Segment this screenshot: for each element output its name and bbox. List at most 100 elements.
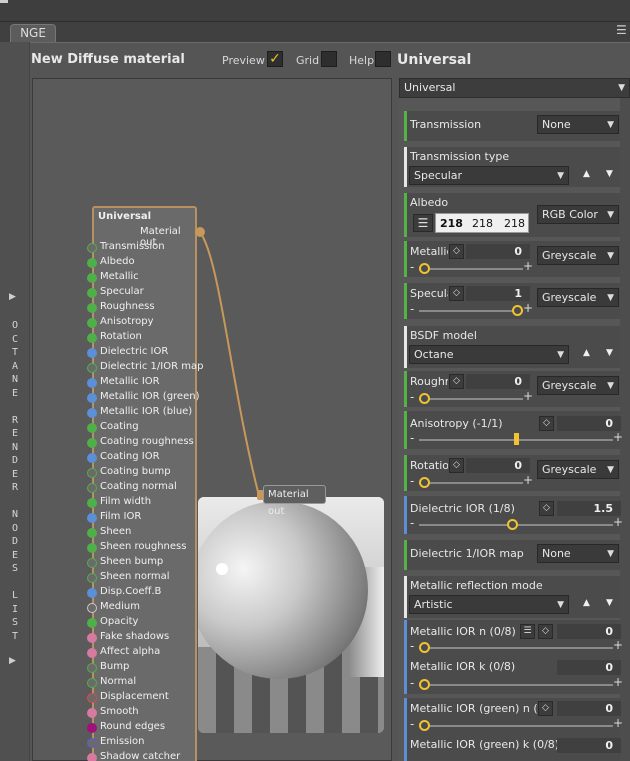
slider-knob[interactable]	[512, 305, 523, 316]
input-port[interactable]	[87, 648, 97, 658]
metal-k-slider-track[interactable]	[419, 684, 613, 686]
input-port[interactable]	[87, 543, 97, 553]
move-up-icon[interactable]: ▲	[583, 348, 590, 358]
material-type-select[interactable]: Universal ▼	[399, 78, 630, 98]
minus-icon[interactable]: -	[410, 718, 414, 730]
move-down-icon[interactable]: ▼	[606, 598, 613, 608]
input-port[interactable]	[87, 273, 97, 283]
move-down-icon[interactable]: ▼	[606, 348, 613, 358]
list-icon[interactable]: ☰	[520, 624, 535, 639]
minus-icon[interactable]: -	[410, 432, 414, 444]
input-port[interactable]	[87, 438, 97, 448]
metal-mode-select[interactable]: Artistic ▼	[409, 595, 569, 614]
minus-icon[interactable]: -	[410, 261, 414, 273]
minus-icon[interactable]: -	[410, 475, 414, 487]
move-down-icon[interactable]: ▼	[606, 169, 613, 179]
minus-icon[interactable]: -	[410, 517, 414, 529]
material-preview[interactable]	[198, 497, 384, 733]
minus-icon[interactable]: -	[410, 640, 414, 652]
input-port[interactable]	[87, 318, 97, 328]
diamond-icon[interactable]: ◇	[449, 458, 464, 473]
diamond-icon[interactable]: ◇	[539, 501, 554, 516]
albedo-g[interactable]: 218	[472, 217, 493, 230]
input-port[interactable]	[87, 588, 97, 598]
input-port[interactable]	[87, 363, 97, 373]
material-out-port[interactable]	[195, 227, 205, 237]
input-port[interactable]	[87, 243, 97, 253]
plus-icon[interactable]: +	[523, 390, 533, 402]
input-port[interactable]	[87, 723, 97, 733]
input-port[interactable]	[87, 303, 97, 313]
slider-knob[interactable]	[419, 263, 430, 274]
rotation-mode-select[interactable]: Greyscale ▼	[537, 460, 619, 479]
metal-green-n-slider-track[interactable]	[419, 725, 613, 727]
plus-icon[interactable]: +	[613, 431, 623, 443]
input-port[interactable]	[87, 258, 97, 268]
input-port[interactable]	[87, 288, 97, 298]
metal-green-k-value[interactable]: 0	[557, 738, 621, 753]
input-port[interactable]	[87, 513, 97, 523]
roughness-mode-select[interactable]: Greyscale ▼	[537, 376, 619, 395]
input-port[interactable]	[87, 423, 97, 433]
diamond-icon[interactable]: ◇	[538, 701, 553, 716]
albedo-color-field[interactable]: 218 218 218	[435, 213, 529, 233]
albedo-mode-select[interactable]: RGB Color ▼	[537, 205, 619, 224]
dielectric-map-select[interactable]: None ▼	[537, 544, 619, 563]
diamond-icon[interactable]: ◇	[449, 244, 464, 259]
plus-icon[interactable]: +	[613, 516, 623, 528]
input-port[interactable]	[87, 453, 97, 463]
slider-knob[interactable]	[419, 679, 430, 690]
input-port[interactable]	[87, 693, 97, 703]
slider-knob[interactable]	[419, 477, 430, 488]
metal-n-slider-track[interactable]	[419, 647, 613, 649]
metal-n-value[interactable]: 0	[557, 624, 621, 639]
input-port[interactable]	[87, 483, 97, 493]
list-icon[interactable]: ☰	[413, 214, 433, 232]
transmission-type-select[interactable]: Specular ▼	[409, 166, 569, 185]
metallic-mode-select[interactable]: Greyscale ▼	[537, 246, 619, 265]
diamond-icon[interactable]: ◇	[449, 374, 464, 389]
albedo-b[interactable]: 218	[504, 217, 525, 230]
minus-icon[interactable]: -	[410, 391, 414, 403]
input-port[interactable]	[87, 408, 97, 418]
slider-knob[interactable]	[419, 720, 430, 731]
minus-icon[interactable]: -	[410, 677, 414, 689]
minus-icon[interactable]: -	[410, 303, 414, 315]
diamond-icon[interactable]: ◇	[538, 624, 553, 639]
input-port[interactable]	[87, 633, 97, 643]
roughness-value[interactable]: 0	[466, 374, 530, 389]
input-port[interactable]	[87, 393, 97, 403]
move-up-icon[interactable]: ▲	[583, 169, 590, 179]
dielectric-ior-value[interactable]: 1.5	[557, 501, 621, 516]
metal-k-value[interactable]: 0	[557, 660, 621, 675]
diamond-icon[interactable]: ◇	[449, 286, 464, 301]
rotation-slider-track[interactable]	[419, 482, 523, 484]
input-port[interactable]	[87, 333, 97, 343]
input-port[interactable]	[87, 738, 97, 748]
slider-knob[interactable]	[419, 393, 430, 404]
albedo-r[interactable]: 218	[440, 217, 463, 230]
metal-green-n-value[interactable]: 0	[557, 701, 621, 716]
input-port[interactable]	[87, 708, 97, 718]
input-port[interactable]	[87, 573, 97, 583]
slider-knob[interactable]	[419, 642, 430, 653]
transmission-select[interactable]: None ▼	[537, 115, 619, 134]
plus-icon[interactable]: +	[523, 302, 533, 314]
plus-icon[interactable]: +	[523, 260, 533, 272]
plus-icon[interactable]: +	[613, 676, 623, 688]
slider-knob[interactable]	[506, 519, 518, 530]
input-port[interactable]	[87, 348, 97, 358]
input-port[interactable]	[87, 663, 97, 673]
input-port[interactable]	[87, 378, 97, 388]
input-port[interactable]	[87, 603, 97, 613]
anisotropy-value[interactable]: 0	[557, 416, 621, 431]
input-port[interactable]	[87, 528, 97, 538]
input-port[interactable]	[87, 618, 97, 628]
diamond-icon[interactable]: ◇	[539, 416, 554, 431]
specular-value[interactable]: 1	[466, 286, 530, 301]
specular-mode-select[interactable]: Greyscale ▼	[537, 288, 619, 307]
metallic-slider-track[interactable]	[419, 268, 523, 270]
bsdf-select[interactable]: Octane ▼	[409, 345, 569, 364]
plus-icon[interactable]: +	[613, 639, 623, 651]
slider-knob[interactable]	[514, 433, 519, 445]
